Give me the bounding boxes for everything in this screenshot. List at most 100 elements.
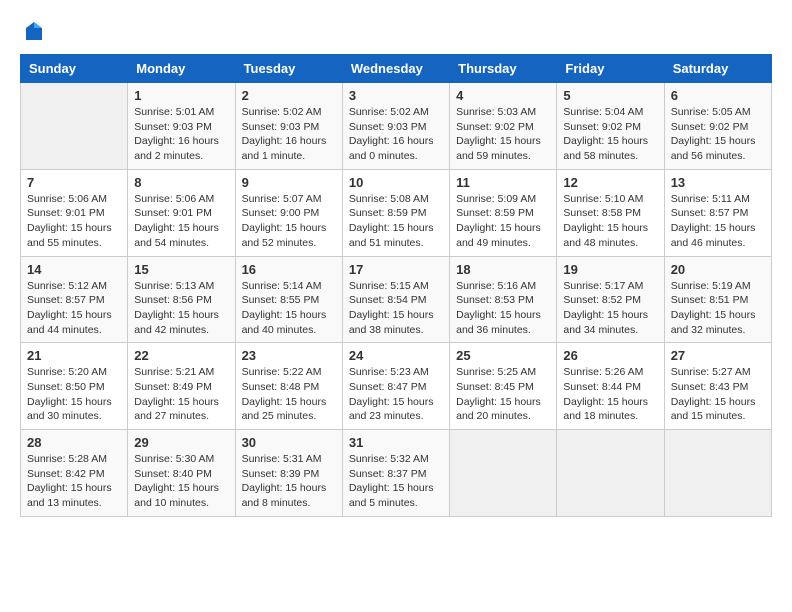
calendar-cell: 25 Sunrise: 5:25 AM Sunset: 8:45 PM Dayli…	[450, 343, 557, 430]
weekday-header-friday: Friday	[557, 55, 664, 83]
day-number: 19	[563, 262, 657, 277]
cell-info: Sunrise: 5:11 AM Sunset: 8:57 PM Dayligh…	[671, 192, 765, 251]
day-number: 6	[671, 88, 765, 103]
cell-info: Sunrise: 5:04 AM Sunset: 9:02 PM Dayligh…	[563, 105, 657, 164]
calendar-cell	[21, 83, 128, 170]
calendar-cell: 30Sunrise: 5:31 AM Sunset: 8:39 PM Dayli…	[235, 430, 342, 517]
calendar-cell: 12Sunrise: 5:10 AM Sunset: 8:58 PM Dayli…	[557, 169, 664, 256]
cell-info: Sunrise: 5:08 AM Sunset: 8:59 PM Dayligh…	[349, 192, 443, 251]
cell-info: Sunrise: 5:13 AM Sunset: 8:56 PM Dayligh…	[134, 279, 228, 338]
weekday-header-saturday: Saturday	[664, 55, 771, 83]
cell-info: Sunrise: 5:26 AM Sunset: 8:44 PM Dayligh…	[563, 365, 657, 424]
day-number: 2	[242, 88, 336, 103]
calendar-cell: 8 Sunrise: 5:06 AM Sunset: 9:01 PM Daylig…	[128, 169, 235, 256]
cell-info: Sunrise: 5:12 AM Sunset: 8:57 PM Dayligh…	[27, 279, 121, 338]
calendar-cell	[557, 430, 664, 517]
weekday-header-sunday: Sunday	[21, 55, 128, 83]
calendar-cell: 13 Sunrise: 5:11 AM Sunset: 8:57 PM Dayli…	[664, 169, 771, 256]
cell-info: Sunrise: 5:32 AM Sunset: 8:37 PM Dayligh…	[349, 452, 443, 511]
cell-info: Sunrise: 5:23 AM Sunset: 8:47 PM Dayligh…	[349, 365, 443, 424]
day-number: 24	[349, 348, 443, 363]
week-row-3: 14 Sunrise: 5:12 AM Sunset: 8:57 PM Dayli…	[21, 256, 772, 343]
calendar-cell: 22Sunrise: 5:21 AM Sunset: 8:49 PM Dayli…	[128, 343, 235, 430]
day-number: 21	[27, 348, 121, 363]
day-number: 1	[134, 88, 228, 103]
calendar-cell: 24 Sunrise: 5:23 AM Sunset: 8:47 PM Dayli…	[342, 343, 449, 430]
day-number: 17	[349, 262, 443, 277]
calendar-cell: 2 Sunrise: 5:02 AM Sunset: 9:03 PM Daylig…	[235, 83, 342, 170]
calendar-cell: 10 Sunrise: 5:08 AM Sunset: 8:59 PM Dayli…	[342, 169, 449, 256]
calendar-cell: 20Sunrise: 5:19 AM Sunset: 8:51 PM Dayli…	[664, 256, 771, 343]
cell-info: Sunrise: 5:27 AM Sunset: 8:43 PM Dayligh…	[671, 365, 765, 424]
cell-info: Sunrise: 5:28 AM Sunset: 8:42 PM Dayligh…	[27, 452, 121, 511]
cell-info: Sunrise: 5:25 AM Sunset: 8:45 PM Dayligh…	[456, 365, 550, 424]
calendar-cell: 26Sunrise: 5:26 AM Sunset: 8:44 PM Dayli…	[557, 343, 664, 430]
day-number: 16	[242, 262, 336, 277]
calendar-cell: 28 Sunrise: 5:28 AM Sunset: 8:42 PM Dayli…	[21, 430, 128, 517]
day-number: 18	[456, 262, 550, 277]
cell-info: Sunrise: 5:06 AM Sunset: 9:01 PM Dayligh…	[134, 192, 228, 251]
cell-info: Sunrise: 5:07 AM Sunset: 9:00 PM Dayligh…	[242, 192, 336, 251]
cell-info: Sunrise: 5:02 AM Sunset: 9:03 PM Dayligh…	[349, 105, 443, 164]
weekday-header-row: SundayMondayTuesdayWednesdayThursdayFrid…	[21, 55, 772, 83]
day-number: 13	[671, 175, 765, 190]
day-number: 23	[242, 348, 336, 363]
calendar-cell: 11 Sunrise: 5:09 AM Sunset: 8:59 PM Dayli…	[450, 169, 557, 256]
calendar-cell: 9 Sunrise: 5:07 AM Sunset: 9:00 PM Daylig…	[235, 169, 342, 256]
day-number: 3	[349, 88, 443, 103]
calendar-cell: 1 Sunrise: 5:01 AM Sunset: 9:03 PM Daylig…	[128, 83, 235, 170]
day-number: 11	[456, 175, 550, 190]
weekday-header-monday: Monday	[128, 55, 235, 83]
day-number: 29	[134, 435, 228, 450]
day-number: 30	[242, 435, 336, 450]
cell-info: Sunrise: 5:21 AM Sunset: 8:49 PM Dayligh…	[134, 365, 228, 424]
day-number: 12	[563, 175, 657, 190]
cell-info: Sunrise: 5:16 AM Sunset: 8:53 PM Dayligh…	[456, 279, 550, 338]
day-number: 14	[27, 262, 121, 277]
cell-info: Sunrise: 5:20 AM Sunset: 8:50 PM Dayligh…	[27, 365, 121, 424]
weekday-header-tuesday: Tuesday	[235, 55, 342, 83]
day-number: 28	[27, 435, 121, 450]
cell-info: Sunrise: 5:09 AM Sunset: 8:59 PM Dayligh…	[456, 192, 550, 251]
calendar-cell: 29 Sunrise: 5:30 AM Sunset: 8:40 PM Dayli…	[128, 430, 235, 517]
page-header	[20, 20, 772, 44]
week-row-5: 28 Sunrise: 5:28 AM Sunset: 8:42 PM Dayli…	[21, 430, 772, 517]
day-number: 10	[349, 175, 443, 190]
day-number: 25	[456, 348, 550, 363]
cell-info: Sunrise: 5:22 AM Sunset: 8:48 PM Dayligh…	[242, 365, 336, 424]
logo	[20, 20, 48, 44]
calendar-cell	[664, 430, 771, 517]
cell-info: Sunrise: 5:15 AM Sunset: 8:54 PM Dayligh…	[349, 279, 443, 338]
calendar-cell: 17 Sunrise: 5:15 AM Sunset: 8:54 PM Dayli…	[342, 256, 449, 343]
day-number: 4	[456, 88, 550, 103]
day-number: 20	[671, 262, 765, 277]
calendar-cell: 31Sunrise: 5:32 AM Sunset: 8:37 PM Dayli…	[342, 430, 449, 517]
week-row-4: 21 Sunrise: 5:20 AM Sunset: 8:50 PM Dayli…	[21, 343, 772, 430]
day-number: 15	[134, 262, 228, 277]
calendar-cell: 15 Sunrise: 5:13 AM Sunset: 8:56 PM Dayli…	[128, 256, 235, 343]
day-number: 5	[563, 88, 657, 103]
calendar-cell: 27 Sunrise: 5:27 AM Sunset: 8:43 PM Dayli…	[664, 343, 771, 430]
calendar-cell: 23 Sunrise: 5:22 AM Sunset: 8:48 PM Dayli…	[235, 343, 342, 430]
cell-info: Sunrise: 5:02 AM Sunset: 9:03 PM Dayligh…	[242, 105, 336, 164]
cell-info: Sunrise: 5:30 AM Sunset: 8:40 PM Dayligh…	[134, 452, 228, 511]
logo-icon	[22, 20, 46, 44]
calendar-cell: 6 Sunrise: 5:05 AM Sunset: 9:02 PM Daylig…	[664, 83, 771, 170]
week-row-2: 7 Sunrise: 5:06 AM Sunset: 9:01 PM Daylig…	[21, 169, 772, 256]
calendar-cell: 4Sunrise: 5:03 AM Sunset: 9:02 PM Daylig…	[450, 83, 557, 170]
day-number: 8	[134, 175, 228, 190]
cell-info: Sunrise: 5:17 AM Sunset: 8:52 PM Dayligh…	[563, 279, 657, 338]
week-row-1: 1 Sunrise: 5:01 AM Sunset: 9:03 PM Daylig…	[21, 83, 772, 170]
day-number: 9	[242, 175, 336, 190]
day-number: 27	[671, 348, 765, 363]
calendar-cell	[450, 430, 557, 517]
calendar-cell: 19 Sunrise: 5:17 AM Sunset: 8:52 PM Dayli…	[557, 256, 664, 343]
day-number: 7	[27, 175, 121, 190]
calendar-table: SundayMondayTuesdayWednesdayThursdayFrid…	[20, 54, 772, 517]
calendar-cell: 16Sunrise: 5:14 AM Sunset: 8:55 PM Dayli…	[235, 256, 342, 343]
calendar-cell: 5 Sunrise: 5:04 AM Sunset: 9:02 PM Daylig…	[557, 83, 664, 170]
cell-info: Sunrise: 5:01 AM Sunset: 9:03 PM Dayligh…	[134, 105, 228, 164]
cell-info: Sunrise: 5:05 AM Sunset: 9:02 PM Dayligh…	[671, 105, 765, 164]
calendar-cell: 18 Sunrise: 5:16 AM Sunset: 8:53 PM Dayli…	[450, 256, 557, 343]
calendar-cell: 14 Sunrise: 5:12 AM Sunset: 8:57 PM Dayli…	[21, 256, 128, 343]
